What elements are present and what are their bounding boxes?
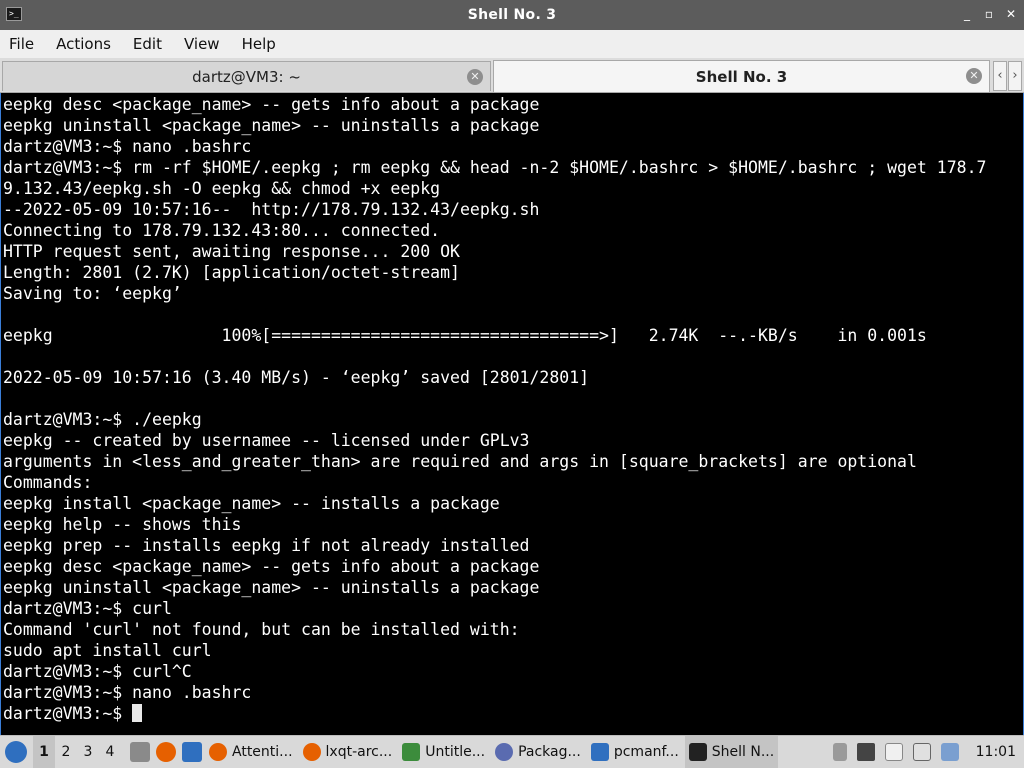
- firefox-icon: [302, 743, 321, 761]
- terminal-line: HTTP request sent, awaiting response... …: [3, 242, 460, 261]
- terminal-line: dartz@VM3:~$ rm -rf $HOME/.eepkg ; rm ee…: [3, 158, 987, 177]
- menu-view[interactable]: View: [177, 30, 227, 58]
- minimize-button[interactable]: _: [960, 6, 974, 22]
- terminal-line: eepkg desc <package_name> -- gets info a…: [3, 95, 540, 114]
- start-menu-icon[interactable]: [5, 741, 27, 763]
- terminal-line: Connecting to 178.79.132.43:80... connec…: [3, 221, 441, 240]
- package-manager-icon: [495, 743, 514, 761]
- task-label: Shell N...: [711, 744, 775, 760]
- show-desktop-icon[interactable]: [182, 742, 202, 762]
- tab-bar: dartz@VM3: ~ ✕ Shell No. 3 ✕ ‹ ›: [0, 58, 1024, 93]
- terminal-line: dartz@VM3:~$ nano .bashrc: [3, 683, 252, 702]
- task-label: pcmanf...: [613, 744, 679, 760]
- taskbar: 1 2 3 4 Attenti... lxqt-arc... Untitle..…: [0, 735, 1024, 768]
- close-button[interactable]: ✕: [1004, 6, 1018, 22]
- terminal-line: Saving to: ‘eepkg’: [3, 284, 182, 303]
- tab-shell-no-3[interactable]: Shell No. 3 ✕: [493, 60, 990, 92]
- terminal-line: dartz@VM3:~$ nano .bashrc: [3, 137, 252, 156]
- tab-close-icon[interactable]: ✕: [966, 68, 982, 84]
- terminal-line: eepkg prep -- installs eepkg if not alre…: [3, 536, 530, 555]
- task-firefox-lxqt-arc[interactable]: lxqt-arc...: [299, 736, 397, 768]
- desktop-switch-1[interactable]: 1: [33, 736, 55, 768]
- terminal-cursor: [132, 704, 143, 722]
- firefox-icon: [209, 743, 227, 761]
- menu-bar: File Actions Edit View Help: [0, 30, 1024, 58]
- volume-icon[interactable]: [856, 743, 875, 761]
- terminal-line: eepkg uninstall <package_name> -- uninst…: [3, 116, 540, 135]
- terminal-line: arguments in <less_and_greater_than> are…: [3, 452, 917, 471]
- terminal-line: Length: 2801 (2.7K) [application/octet-s…: [3, 263, 460, 282]
- terminal-prompt: dartz@VM3:~$: [3, 704, 133, 723]
- menu-edit[interactable]: Edit: [126, 30, 169, 58]
- tab-scroll-left-icon[interactable]: ‹: [993, 61, 1007, 91]
- desktop-switch-4[interactable]: 4: [99, 744, 121, 760]
- terminal-line: 9.132.43/eepkg.sh -O eepkg && chmod +x e…: [3, 179, 441, 198]
- folder-icon: [590, 743, 609, 761]
- terminal-line: Command 'curl' not found, but can be ins…: [3, 620, 520, 639]
- task-shell-no-3[interactable]: Shell N...: [684, 736, 779, 768]
- task-text-editor[interactable]: Untitle...: [398, 736, 489, 768]
- network-icon[interactable]: [912, 743, 931, 761]
- terminal-line: dartz@VM3:~$ curl: [3, 599, 172, 618]
- window-titlebar[interactable]: >_ Shell No. 3 _ ▫ ✕: [0, 0, 1024, 30]
- file-manager-launcher-icon[interactable]: [130, 742, 150, 762]
- task-pcmanfm[interactable]: pcmanf...: [587, 736, 683, 768]
- maximize-button[interactable]: ▫: [982, 6, 996, 22]
- desktop-switch-2[interactable]: 2: [55, 744, 77, 760]
- scroll-tray-icon[interactable]: [832, 743, 847, 761]
- tab-scroll-right-icon[interactable]: ›: [1008, 61, 1022, 91]
- terminal-line: eepkg uninstall <package_name> -- uninst…: [3, 578, 540, 597]
- tab-label: Shell No. 3: [695, 67, 788, 86]
- terminal-line: sudo apt install curl: [3, 641, 212, 660]
- menu-file[interactable]: File: [2, 30, 41, 58]
- task-label: Packag...: [518, 744, 581, 760]
- display-icon[interactable]: [940, 743, 959, 761]
- terminal-icon: [688, 743, 707, 761]
- terminal-line: Commands:: [3, 473, 93, 492]
- terminal-line: eepkg help -- shows this: [3, 515, 242, 534]
- tab-close-icon[interactable]: ✕: [467, 69, 483, 85]
- task-package-manager[interactable]: Packag...: [491, 736, 585, 768]
- text-editor-icon: [402, 743, 421, 761]
- menu-actions[interactable]: Actions: [49, 30, 118, 58]
- task-firefox-attention[interactable]: Attenti...: [205, 736, 297, 768]
- terminal-line: 2022-05-09 10:57:16 (3.40 MB/s) - ‘eepkg…: [3, 368, 590, 387]
- terminal-line: eepkg install <package_name> -- installs…: [3, 494, 500, 513]
- terminal-output[interactable]: eepkg desc <package_name> -- gets info a…: [0, 93, 1024, 735]
- menu-help[interactable]: Help: [235, 30, 283, 58]
- tab-label: dartz@VM3: ~: [192, 67, 301, 86]
- terminal-line: dartz@VM3:~$ ./eepkg: [3, 410, 202, 429]
- terminal-app-icon[interactable]: >_: [6, 7, 22, 21]
- window-controls: _ ▫ ✕: [960, 6, 1018, 22]
- clock[interactable]: 11:01: [964, 744, 1024, 760]
- system-tray: 11:01: [828, 736, 1024, 768]
- terminal-line: --2022-05-09 10:57:16-- http://178.79.13…: [3, 200, 540, 219]
- firefox-launcher-icon[interactable]: [156, 742, 176, 762]
- window-title: Shell No. 3: [467, 7, 557, 23]
- desktop-switch-3[interactable]: 3: [77, 744, 99, 760]
- terminal-prompt-line[interactable]: dartz@VM3:~$: [3, 703, 1023, 724]
- terminal-line: eepkg 100%[=============================…: [3, 326, 927, 345]
- terminal-line: eepkg -- created by usernamee -- license…: [3, 431, 530, 450]
- task-label: Untitle...: [425, 744, 486, 760]
- terminal-line: dartz@VM3:~$ curl^C: [3, 662, 192, 681]
- clipboard-icon[interactable]: [884, 743, 903, 761]
- task-label: Attenti...: [232, 744, 293, 760]
- task-label: lxqt-arc...: [325, 744, 393, 760]
- terminal-line: eepkg desc <package_name> -- gets info a…: [3, 557, 540, 576]
- tab-dartz-vm3[interactable]: dartz@VM3: ~ ✕: [2, 61, 491, 91]
